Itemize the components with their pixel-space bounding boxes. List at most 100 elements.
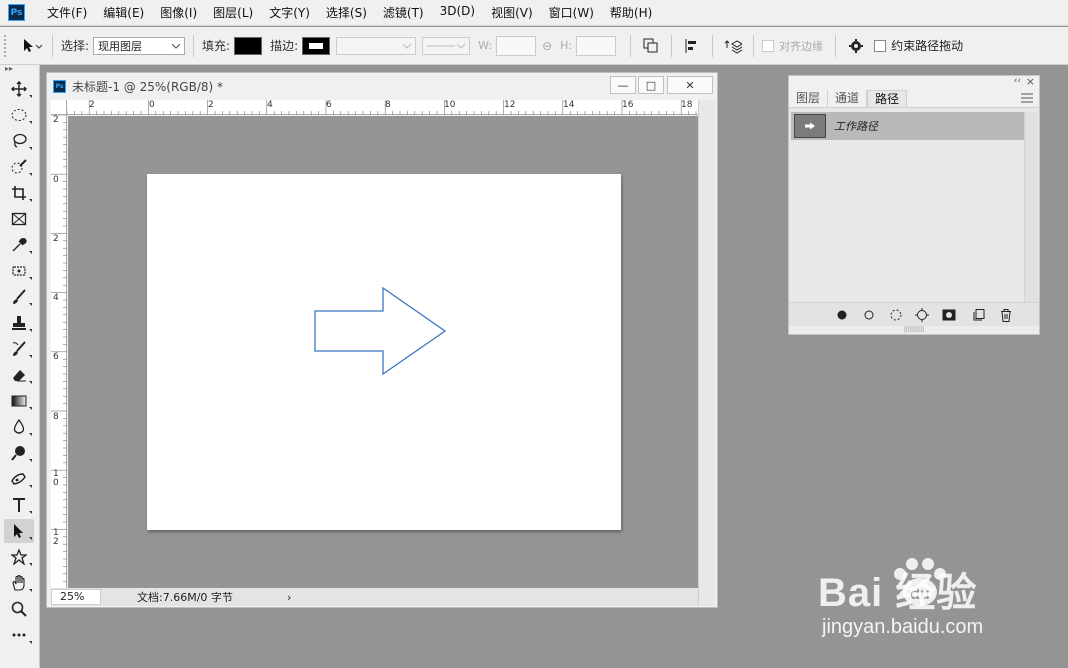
ruler-origin[interactable] bbox=[51, 100, 67, 115]
more-tools-icon[interactable] bbox=[4, 623, 34, 647]
menu-items: 文件(F) 编辑(E) 图像(I) 图层(L) 文字(Y) 选择(S) 滤镜(T… bbox=[39, 4, 660, 21]
document-titlebar[interactable]: Ps 未标题-1 @ 25%(RGB/8) * — □ ✕ bbox=[47, 73, 717, 99]
make-work-path-icon[interactable] bbox=[915, 308, 929, 322]
gear-icon[interactable] bbox=[844, 34, 868, 58]
panel-resize-grip[interactable]: |||||||||| bbox=[789, 326, 1039, 334]
stroke-type-dropdown[interactable] bbox=[422, 36, 471, 55]
tab-paths[interactable]: 路径 bbox=[867, 90, 908, 107]
constrain-path-checkbox[interactable] bbox=[874, 39, 887, 52]
zoom-tool-icon[interactable] bbox=[4, 597, 34, 621]
ruler-label: 1 0 bbox=[53, 469, 59, 488]
stroke-path-icon[interactable] bbox=[862, 308, 876, 322]
healing-brush-tool-icon[interactable] bbox=[4, 259, 34, 283]
options-grip bbox=[4, 34, 14, 57]
ruler-label: 6 bbox=[326, 100, 332, 110]
menu-window[interactable]: 窗口(W) bbox=[541, 4, 602, 21]
minimize-button[interactable]: — bbox=[610, 76, 636, 94]
blur-tool-icon[interactable] bbox=[4, 415, 34, 439]
brush-tool-icon[interactable] bbox=[4, 285, 34, 309]
panel-header[interactable]: ‹‹ × bbox=[789, 75, 1039, 90]
vertical-scrollbar[interactable] bbox=[698, 100, 715, 606]
select-label: 选择: bbox=[61, 39, 90, 53]
document-canvas[interactable] bbox=[147, 174, 621, 530]
path-selection-preset-icon[interactable] bbox=[20, 34, 44, 58]
tab-channels[interactable]: 通道 bbox=[828, 90, 868, 107]
menu-layer[interactable]: 图层(L) bbox=[205, 4, 261, 21]
fill-path-icon[interactable] bbox=[835, 308, 849, 322]
ruler-label: 0 bbox=[53, 175, 59, 185]
chevron-down-icon bbox=[457, 43, 466, 49]
stroke-swatch[interactable] bbox=[302, 36, 331, 55]
menu-image[interactable]: 图像(I) bbox=[152, 4, 205, 21]
menu-filter[interactable]: 滤镜(T) bbox=[375, 4, 432, 21]
type-tool-icon[interactable] bbox=[4, 493, 34, 517]
path-arrangement-icon[interactable] bbox=[721, 34, 745, 58]
link-icon[interactable]: ⊖ bbox=[542, 39, 552, 53]
hand-tool-icon[interactable] bbox=[4, 571, 34, 595]
menu-help[interactable]: 帮助(H) bbox=[602, 4, 660, 21]
vertical-ruler[interactable]: 2 0 2 4 6 8 1 0 1 2 bbox=[51, 115, 67, 588]
crop-tool-icon[interactable] bbox=[4, 181, 34, 205]
trash-icon[interactable] bbox=[999, 308, 1013, 322]
horizontal-ruler[interactable]: 2 0 2 4 6 8 10 12 14 16 18 bbox=[67, 100, 698, 115]
tab-layers[interactable]: 图层 bbox=[789, 90, 829, 107]
collapse-panel-icon[interactable]: ‹‹ bbox=[1014, 76, 1021, 86]
ruler-label: 4 bbox=[267, 100, 273, 110]
add-mask-icon[interactable] bbox=[942, 308, 956, 322]
height-field[interactable] bbox=[576, 35, 617, 56]
ruler-label: 2 bbox=[53, 115, 59, 125]
ruler-label: 4 bbox=[53, 293, 59, 303]
custom-shape-tool-icon[interactable] bbox=[4, 545, 34, 569]
history-brush-tool-icon[interactable] bbox=[4, 337, 34, 361]
dodge-tool-icon[interactable] bbox=[4, 441, 34, 465]
width-field[interactable] bbox=[496, 35, 537, 56]
canvas-pasteboard[interactable] bbox=[68, 116, 698, 588]
move-tool-icon[interactable] bbox=[4, 77, 34, 101]
close-panel-icon[interactable]: × bbox=[1026, 75, 1035, 88]
fill-swatch[interactable] bbox=[234, 36, 263, 55]
gradient-tool-icon[interactable] bbox=[4, 389, 34, 413]
arrow-path-shape[interactable] bbox=[314, 286, 447, 376]
frame-tool-icon[interactable] bbox=[4, 207, 34, 231]
ruler-label: 14 bbox=[563, 100, 575, 110]
menu-edit[interactable]: 编辑(E) bbox=[95, 4, 152, 21]
menu-view[interactable]: 视图(V) bbox=[483, 4, 541, 21]
document-info[interactable]: 文档:7.66M/0 字节 bbox=[137, 589, 287, 605]
maximize-button[interactable]: □ bbox=[638, 76, 664, 94]
menu-3d[interactable]: 3D(D) bbox=[432, 4, 483, 21]
minimize-icon: — bbox=[617, 78, 629, 92]
load-selection-icon[interactable] bbox=[889, 308, 903, 322]
quick-selection-tool-icon[interactable] bbox=[4, 155, 34, 179]
zoom-level-field[interactable]: 25% bbox=[51, 589, 101, 605]
new-path-icon[interactable] bbox=[972, 308, 986, 322]
panel-menu-icon[interactable] bbox=[1021, 92, 1033, 106]
separator bbox=[835, 34, 837, 57]
clone-stamp-tool-icon[interactable] bbox=[4, 311, 34, 335]
constrain-path-label: 约束路径拖动 bbox=[891, 39, 964, 53]
panel-scrollbar[interactable] bbox=[1024, 112, 1038, 302]
toolbar-collapse-icon[interactable]: ▸▸ bbox=[0, 65, 39, 75]
select-dropdown[interactable]: 现用图层 bbox=[93, 36, 186, 55]
path-operations-icon[interactable] bbox=[639, 34, 663, 58]
status-menu-arrow-icon[interactable]: › bbox=[287, 591, 291, 604]
pen-tool-icon[interactable] bbox=[4, 467, 34, 491]
menu-file[interactable]: 文件(F) bbox=[39, 4, 95, 21]
marquee-tool-icon[interactable] bbox=[4, 103, 34, 127]
ruler-label: 18 bbox=[681, 100, 693, 110]
tools-panel: ▸▸ bbox=[0, 65, 40, 668]
eyedropper-tool-icon[interactable] bbox=[4, 233, 34, 257]
menu-select[interactable]: 选择(S) bbox=[318, 4, 375, 21]
ruler-label: 8 bbox=[385, 100, 391, 110]
eraser-tool-icon[interactable] bbox=[4, 363, 34, 387]
panel-tabs: 图层 通道 路径 bbox=[789, 90, 1039, 108]
close-button[interactable]: ✕ bbox=[667, 76, 713, 94]
separator bbox=[193, 34, 195, 57]
stroke-width-dropdown[interactable] bbox=[336, 36, 417, 55]
path-list-item[interactable]: 工作路径 bbox=[791, 112, 1024, 140]
maximize-icon: □ bbox=[645, 78, 657, 92]
menu-type[interactable]: 文字(Y) bbox=[261, 4, 318, 21]
align-edges-checkbox[interactable] bbox=[762, 39, 775, 52]
path-alignment-icon[interactable] bbox=[680, 34, 704, 58]
lasso-tool-icon[interactable] bbox=[4, 129, 34, 153]
path-selection-tool-icon[interactable] bbox=[4, 519, 34, 543]
